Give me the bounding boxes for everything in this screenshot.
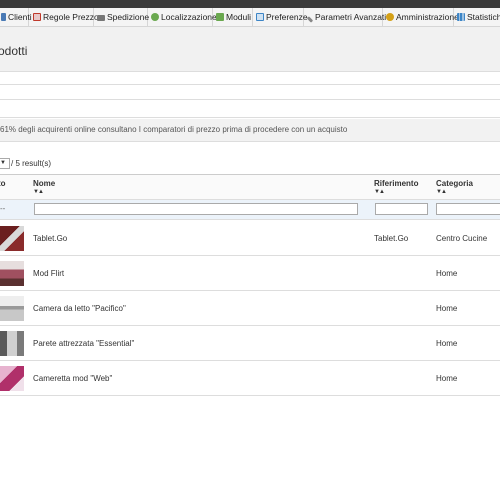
- column-header-riferimento[interactable]: Riferimento: [374, 179, 418, 188]
- product-name: Camera da letto "Pacifico": [33, 304, 126, 313]
- tab-label: Statistiche: [467, 12, 500, 22]
- preferences-icon: [256, 13, 264, 21]
- product-name: Mod Flirt: [33, 269, 65, 278]
- sort-nome-icon[interactable]: ▼▲: [33, 189, 44, 195]
- column-header-photo: to: [0, 179, 6, 188]
- per-page-select[interactable]: ▼: [0, 158, 10, 169]
- product-name: Parete attrezzata "Essential": [33, 339, 135, 348]
- sort-riferimento-icon[interactable]: ▼▲: [374, 189, 385, 195]
- page-title: odotti: [0, 44, 28, 58]
- tab-amministrazione[interactable]: Amministrazione: [383, 8, 459, 26]
- product-thumbnail: [0, 296, 24, 321]
- product-category: Home: [436, 339, 458, 348]
- column-header-nome[interactable]: Nome: [33, 179, 55, 188]
- filter-categoria-input[interactable]: [436, 203, 500, 215]
- tab-localizzazione[interactable]: Localizzazione: [148, 8, 217, 26]
- filter-row: --: [0, 200, 500, 220]
- page-header: odotti: [0, 27, 500, 72]
- product-thumbnail: [0, 226, 24, 251]
- globe-icon: [151, 13, 159, 21]
- product-category: Home: [436, 304, 458, 313]
- tab-label: Clienti: [8, 12, 32, 22]
- product-category: Home: [436, 269, 458, 278]
- table-row[interactable]: Cameretta mod "Web" Home: [0, 361, 500, 396]
- key-icon: [386, 13, 394, 21]
- product-category: Centro Cucine: [436, 234, 488, 243]
- filter-riferimento-input[interactable]: [375, 203, 428, 215]
- table-row[interactable]: Parete attrezzata "Essential" Home: [0, 326, 500, 361]
- toolbar-row-secondary: [0, 100, 500, 118]
- top-dark-bar: [0, 0, 500, 8]
- product-category: Home: [436, 374, 458, 383]
- toolbar-row: [0, 84, 500, 100]
- tab-label: Amministrazione: [396, 12, 459, 22]
- puzzle-icon: [216, 13, 224, 21]
- product-reference: Tablet.Go: [374, 234, 409, 243]
- users-icon: [1, 13, 6, 21]
- tab-preferenze[interactable]: Preferenze: [253, 8, 308, 26]
- column-header-categoria[interactable]: Categoria: [436, 179, 473, 188]
- info-message: 61% degli acquirenti online consultano I…: [0, 119, 500, 142]
- price-rules-icon: [33, 13, 41, 21]
- product-thumbnail: [0, 331, 24, 356]
- table-header: to Nome ▼▲ Riferimento ▼▲ Categoria ▼▲: [0, 174, 500, 200]
- tab-label: Regole Prezzo: [43, 12, 99, 22]
- wrench-icon: [306, 16, 314, 23]
- product-name: Cameretta mod "Web": [33, 374, 113, 383]
- tab-moduli[interactable]: Moduli: [213, 8, 253, 26]
- truck-icon: [97, 15, 105, 21]
- result-count: / 5 result(s): [11, 159, 52, 168]
- filter-placeholder: --: [0, 204, 6, 213]
- chevron-down-icon: ▼: [0, 160, 6, 166]
- main-menu-tabs: Clienti Regole Prezzo Spedizione Localiz…: [0, 8, 500, 27]
- tab-spedizione[interactable]: Spedizione: [94, 8, 150, 26]
- table-row[interactable]: Camera da letto "Pacifico" Home: [0, 291, 500, 326]
- tab-clienti[interactable]: Clienti: [0, 8, 32, 26]
- tab-regole-prezzo[interactable]: Regole Prezzo: [30, 8, 99, 26]
- sort-categoria-icon[interactable]: ▼▲: [436, 189, 447, 195]
- tab-label: Spedizione: [107, 12, 150, 22]
- tab-parametri-avanzati[interactable]: Parametri Avanzati: [304, 8, 387, 26]
- tab-label: Preferenze: [266, 12, 308, 22]
- filter-nome-input[interactable]: [34, 203, 358, 215]
- product-name: Tablet.Go: [33, 234, 68, 243]
- tab-label: Parametri Avanzati: [315, 12, 387, 22]
- product-thumbnail: [0, 366, 24, 391]
- product-thumbnail: [0, 261, 24, 286]
- table-row[interactable]: Tablet.Go Tablet.Go Centro Cucine: [0, 221, 500, 256]
- chart-icon: [457, 13, 465, 21]
- tab-label: Moduli: [226, 12, 252, 22]
- tab-statistiche[interactable]: Statistiche: [454, 8, 500, 26]
- tab-label: Localizzazione: [161, 12, 217, 22]
- table-row[interactable]: Mod Flirt Home: [0, 256, 500, 291]
